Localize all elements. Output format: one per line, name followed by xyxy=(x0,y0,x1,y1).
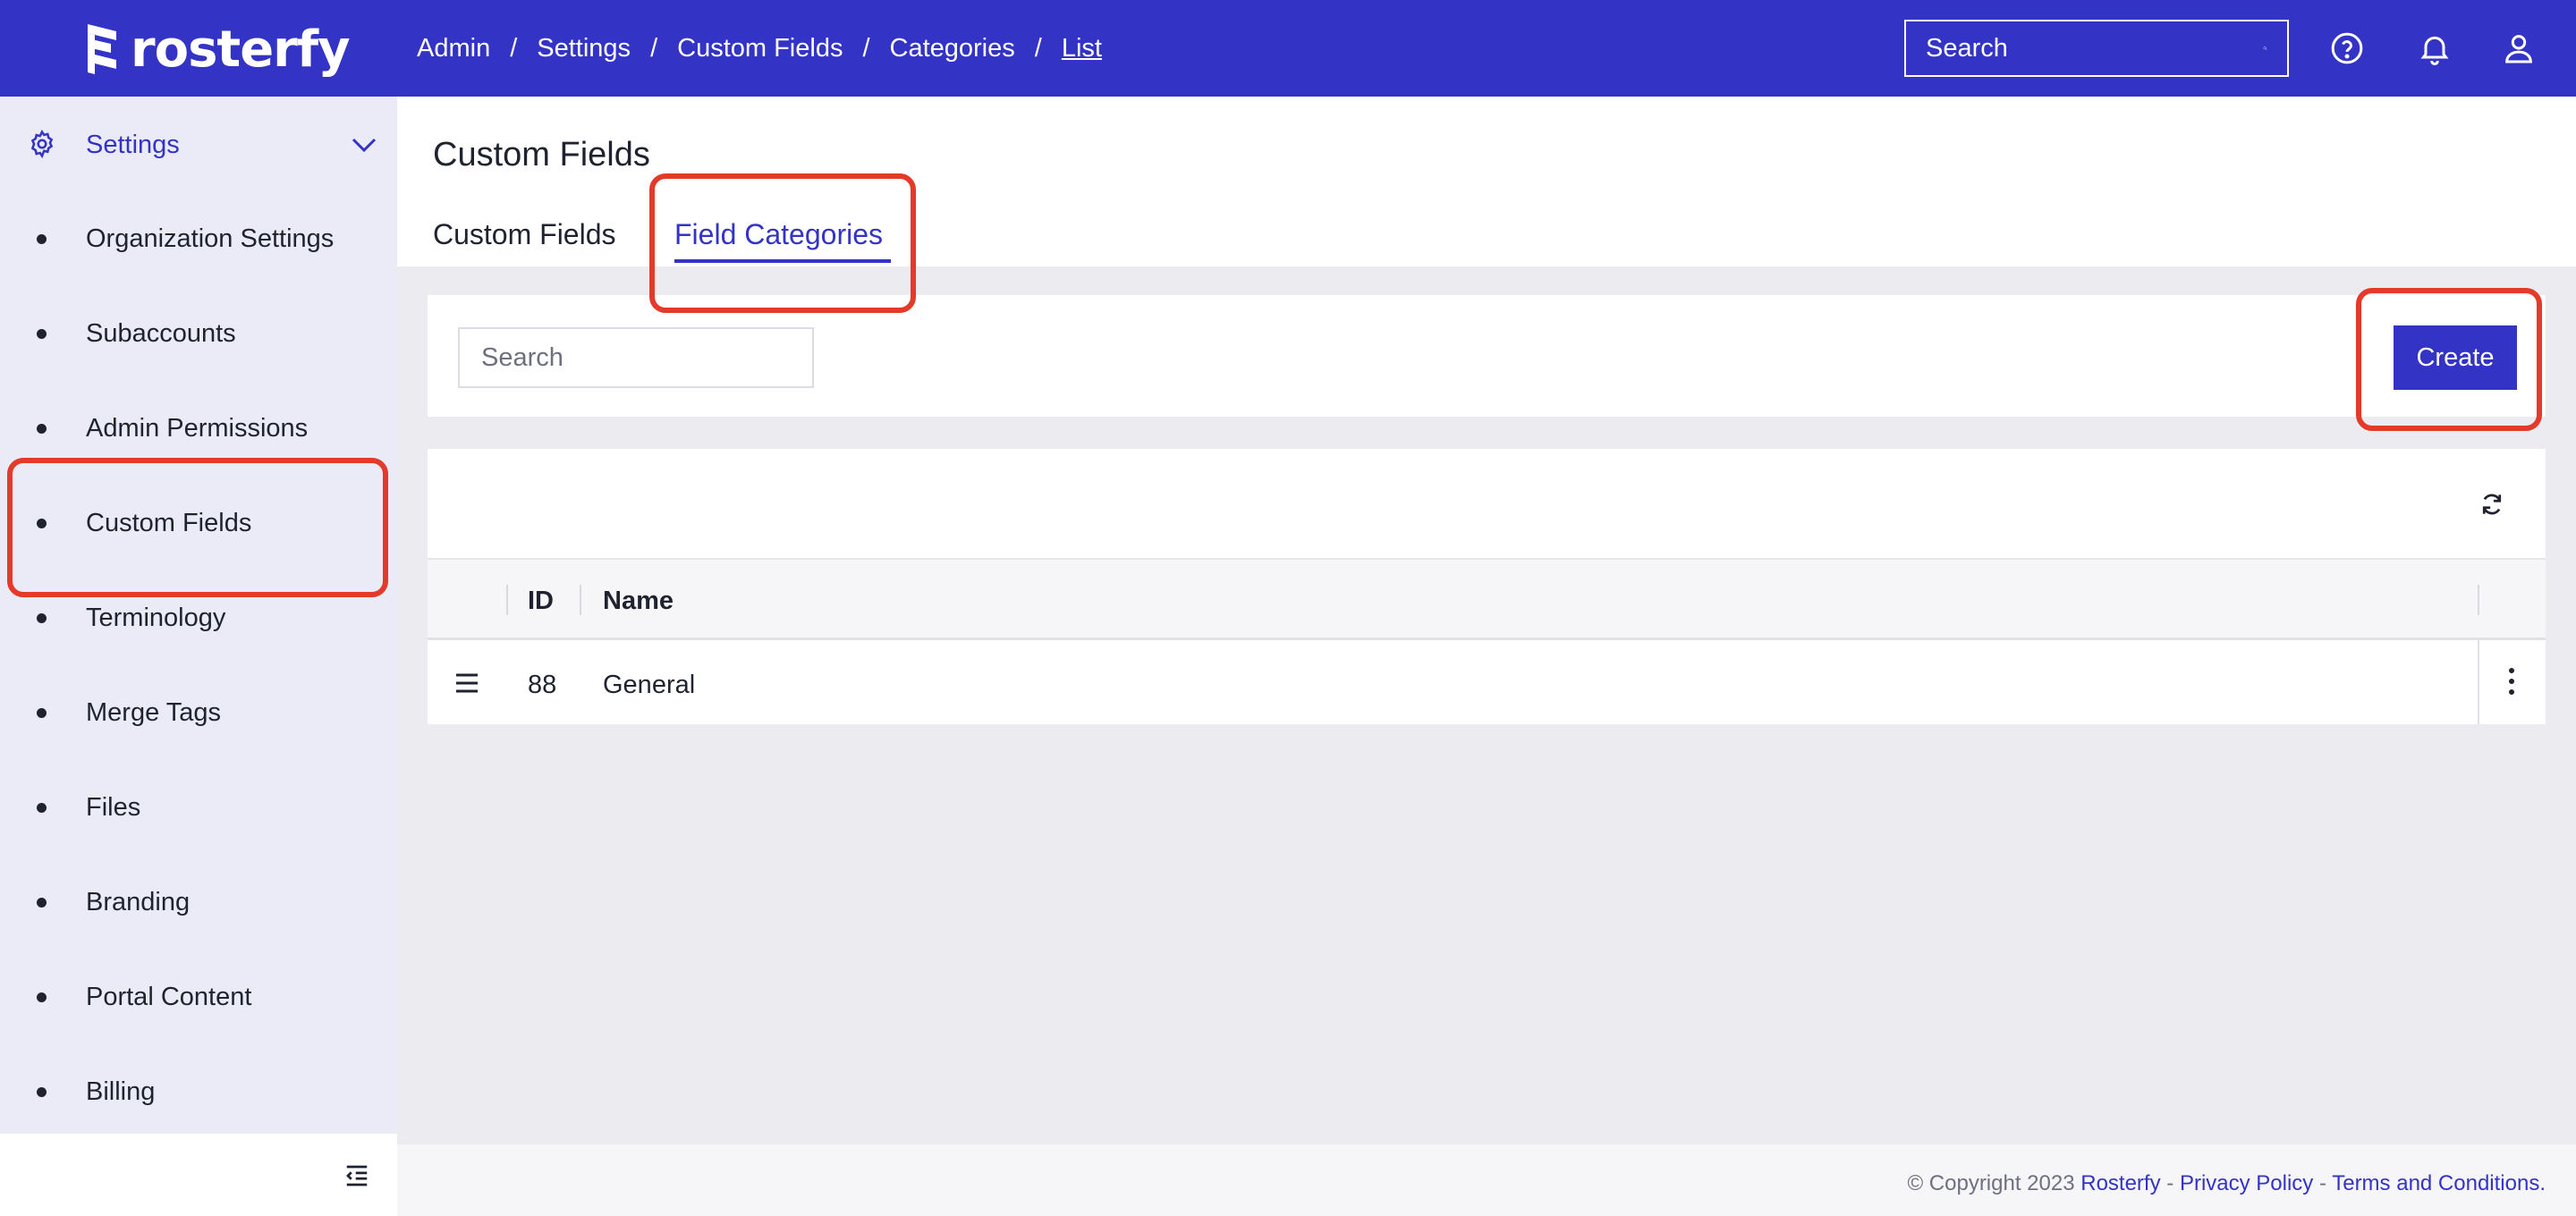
sidebar-section-label: Settings xyxy=(86,131,180,159)
rosterfy-link[interactable]: Rosterfy xyxy=(2080,1171,2160,1195)
breadcrumb-settings[interactable]: Settings xyxy=(537,34,631,63)
bell-icon xyxy=(2420,36,2449,65)
sidebar-item-files[interactable]: Files xyxy=(0,760,397,855)
footer-text: © Copyright 2023 Rosterfy - Privacy Poli… xyxy=(1907,1171,2546,1195)
sidebar-item-portal-content[interactable]: Portal Content xyxy=(0,950,397,1044)
terms-link[interactable]: Terms and Conditions. xyxy=(2332,1171,2546,1195)
toolbar-card: Create xyxy=(428,295,2546,417)
global-search xyxy=(1904,20,2289,77)
highlight-field-categories-tab xyxy=(649,173,916,313)
sidebar-item-label: Organization Settings xyxy=(86,224,335,253)
breadcrumb-custom-fields[interactable]: Custom Fields xyxy=(677,34,843,63)
privacy-policy-link[interactable]: Privacy Policy xyxy=(2180,1171,2313,1195)
categories-table: ID Name 88 General xyxy=(428,449,2546,724)
top-bar: rosterfy Admin / Settings / Custom Field… xyxy=(0,0,2576,97)
sidebar-item-subaccounts[interactable]: Subaccounts xyxy=(0,286,397,381)
sidebar-item-label: Billing xyxy=(86,1077,156,1106)
cell-id: 88 xyxy=(528,671,557,699)
collapse-sidebar-icon[interactable] xyxy=(343,1162,370,1189)
refresh-button[interactable] xyxy=(2474,486,2510,522)
sidebar-item-label: Terminology xyxy=(86,604,226,632)
sidebar-item-organization-settings[interactable]: Organization Settings xyxy=(0,191,397,286)
brand-name: rosterfy xyxy=(131,20,351,79)
sidebar-item-merge-tags[interactable]: Merge Tags xyxy=(0,665,397,760)
highlight-custom-fields-item xyxy=(7,458,388,597)
sidebar-item-billing[interactable]: Billing xyxy=(0,1044,397,1139)
sidebar-item-label: Subaccounts xyxy=(86,319,236,348)
category-search-input[interactable] xyxy=(481,342,818,373)
breadcrumb-admin[interactable]: Admin xyxy=(417,34,490,63)
search-icon[interactable] xyxy=(2263,34,2267,63)
refresh-icon xyxy=(2482,494,2502,515)
breadcrumb: Admin / Settings / Custom Fields / Categ… xyxy=(417,33,1102,63)
help-button[interactable] xyxy=(2326,27,2368,70)
cell-name: General xyxy=(603,671,696,699)
sidebar-item-label: Admin Permissions xyxy=(86,414,309,443)
user-icon xyxy=(2505,35,2532,63)
table-row[interactable]: 88 General xyxy=(428,640,2546,724)
highlight-create-button xyxy=(2356,288,2542,431)
help-icon xyxy=(2331,32,2363,64)
gear-icon xyxy=(30,130,54,159)
category-search xyxy=(458,327,818,388)
page-title: Custom Fields xyxy=(433,136,650,173)
sidebar-item-label: Portal Content xyxy=(86,983,252,1011)
notifications-button[interactable] xyxy=(2413,27,2456,70)
user-menu-button[interactable] xyxy=(2497,27,2540,70)
table-header: ID Name xyxy=(428,558,2546,640)
sidebar-item-label: Branding xyxy=(86,888,191,916)
sidebar-footer xyxy=(0,1134,397,1216)
sidebar-item-branding[interactable]: Branding xyxy=(0,855,397,950)
footer: © Copyright 2023 Rosterfy - Privacy Poli… xyxy=(397,1144,2576,1216)
breadcrumb-categories[interactable]: Categories xyxy=(890,34,1015,63)
column-header-id[interactable]: ID xyxy=(528,587,554,616)
sidebar-section-settings[interactable]: Settings xyxy=(0,97,397,191)
breadcrumb-list[interactable]: List xyxy=(1062,34,1102,63)
sidebar: Settings Organization Settings Subaccoun… xyxy=(0,97,397,1134)
chevron-down-icon[interactable] xyxy=(351,136,377,154)
column-header-name[interactable]: Name xyxy=(603,587,674,616)
logo[interactable]: rosterfy xyxy=(84,20,351,79)
copyright-text: © Copyright 2023 xyxy=(1907,1171,2075,1195)
global-search-input[interactable] xyxy=(1926,33,2263,63)
drag-handle-icon[interactable] xyxy=(454,672,479,694)
sidebar-item-label: Merge Tags xyxy=(86,698,221,727)
rosterfy-logo-icon xyxy=(88,24,116,74)
tab-custom-fields[interactable]: Custom Fields xyxy=(433,218,616,251)
kebab-menu-icon[interactable] xyxy=(2501,665,2522,697)
sidebar-item-label: Files xyxy=(86,793,141,822)
